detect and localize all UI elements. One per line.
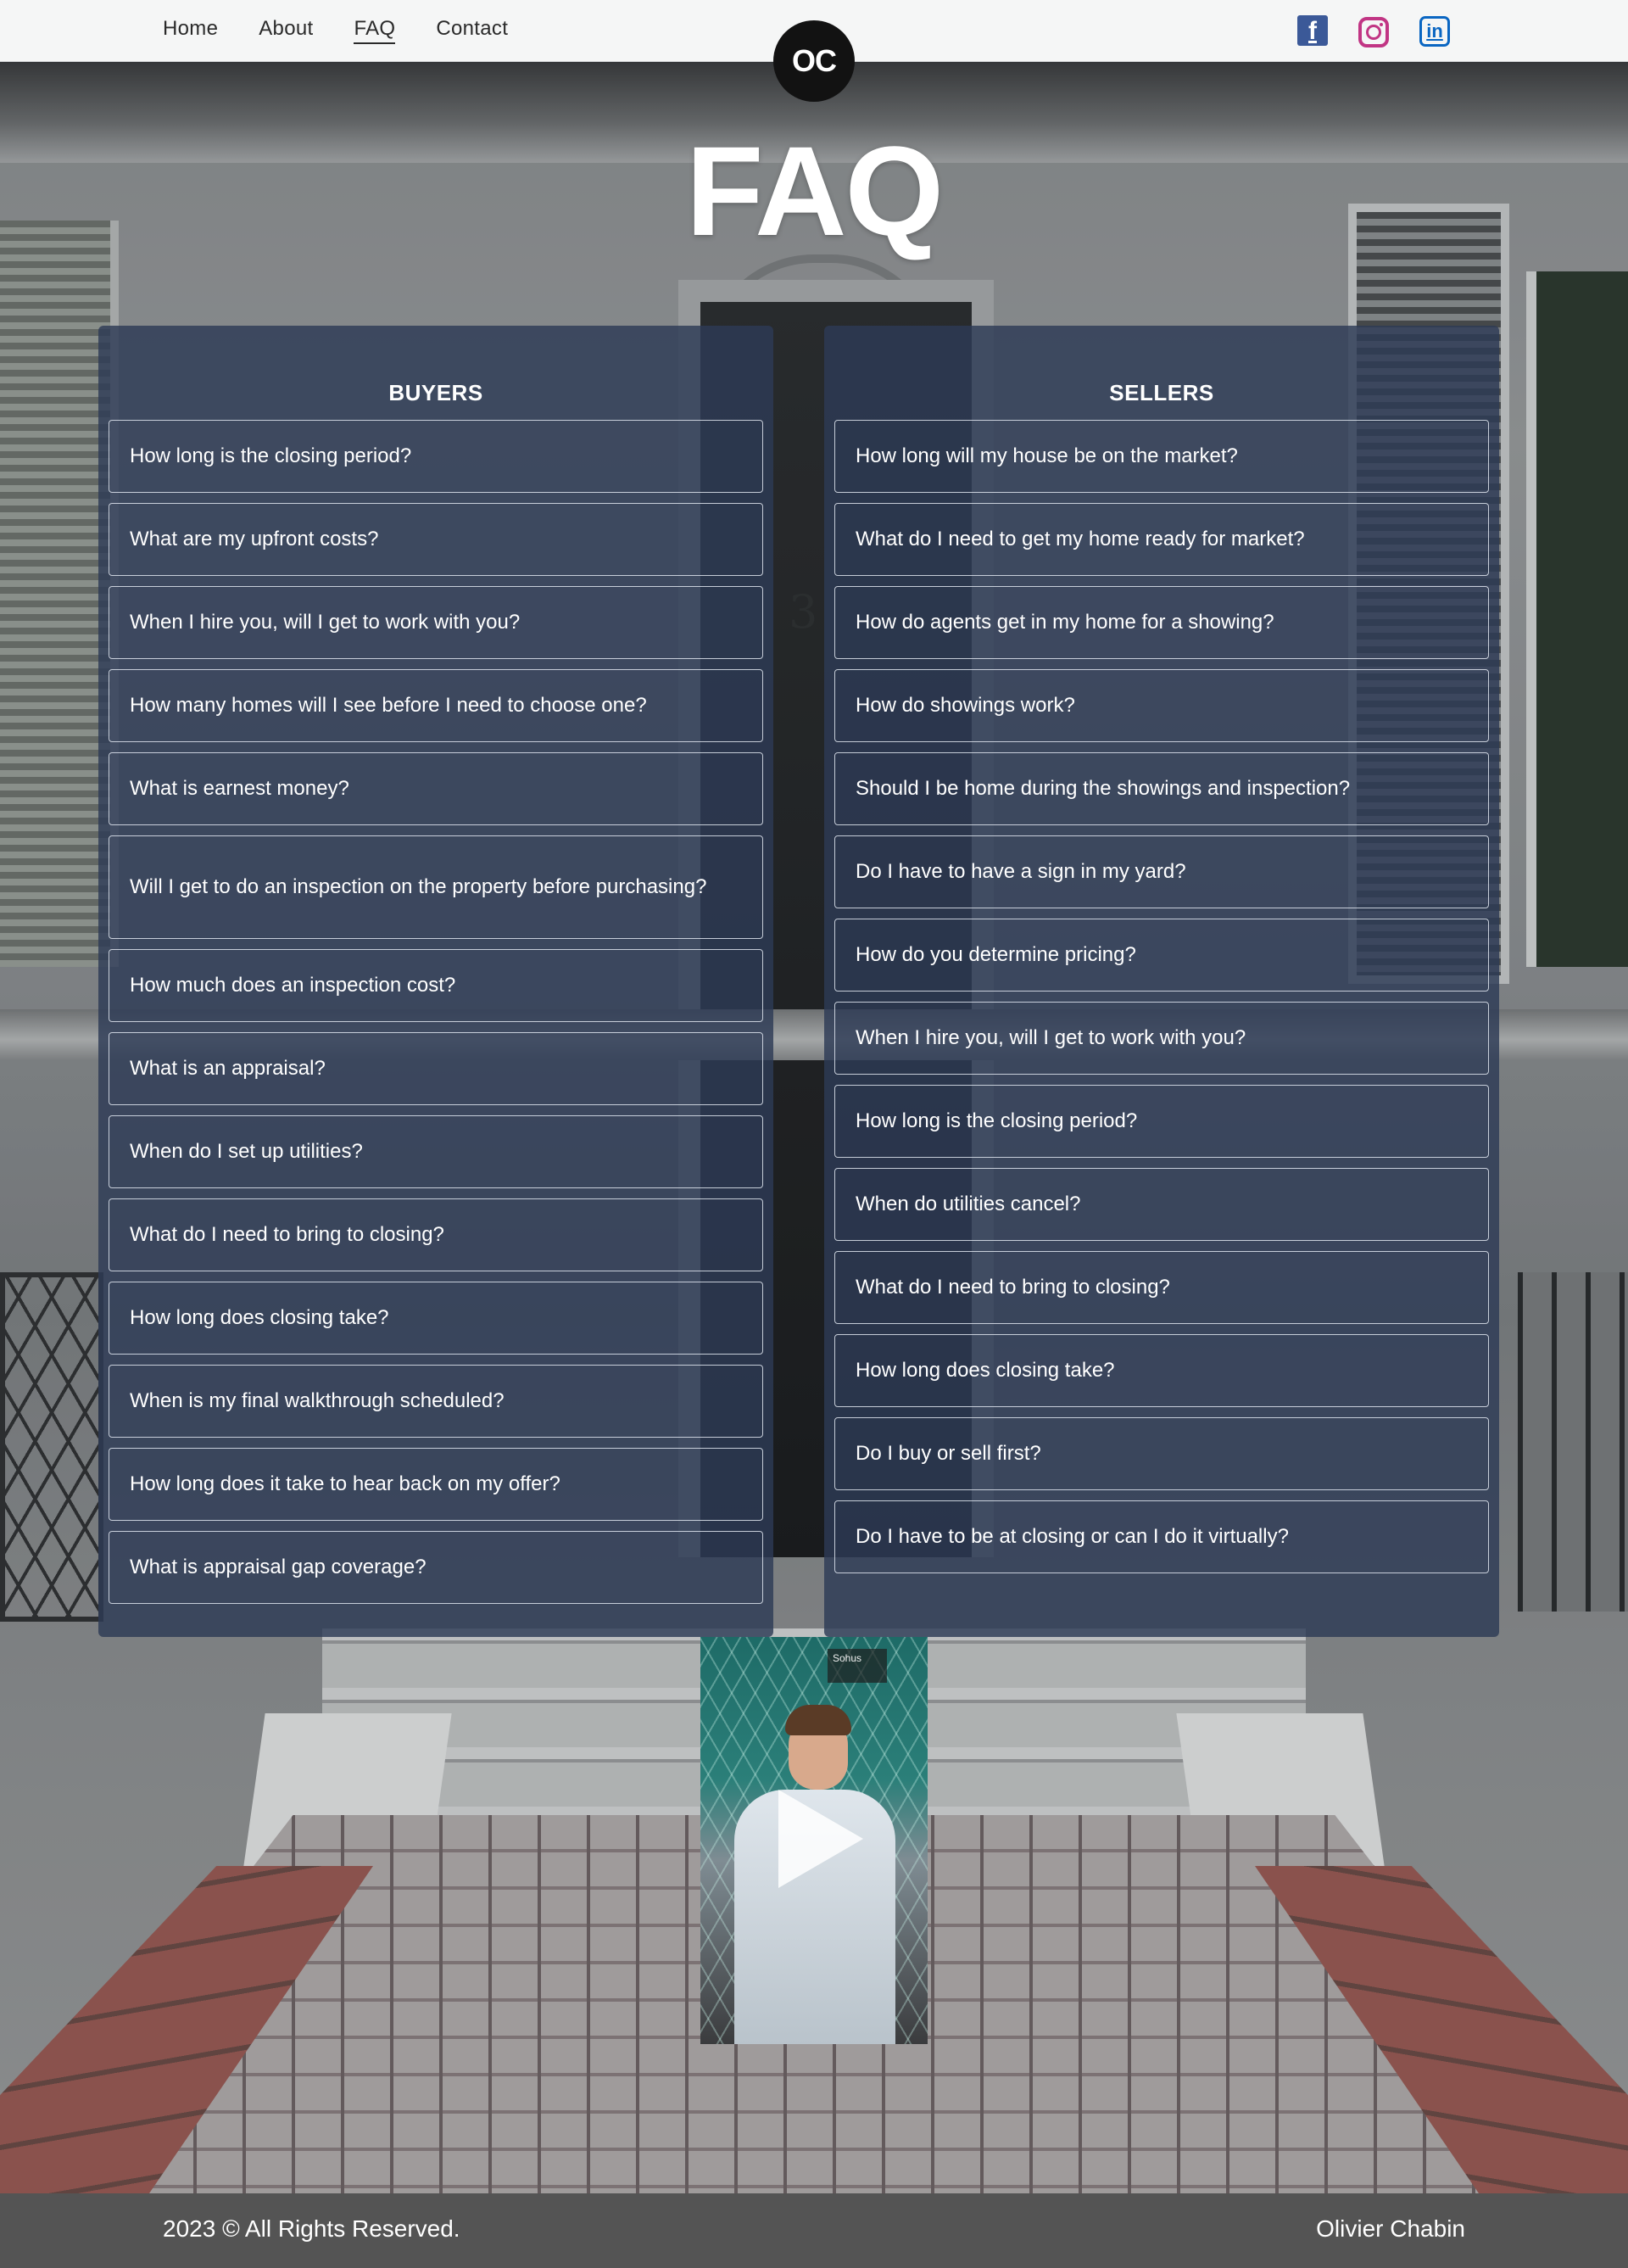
faq-question[interactable]: Do I have to be at closing or can I do i… <box>834 1500 1489 1573</box>
faq-question[interactable]: When do utilities cancel? <box>834 1168 1489 1241</box>
faq-question[interactable]: How long does closing take? <box>109 1282 763 1355</box>
main-nav: Home About FAQ Contact <box>163 17 508 44</box>
nav-about-link[interactable]: About <box>259 17 313 44</box>
video-person-hair <box>785 1705 851 1735</box>
faq-question[interactable]: Should I be home during the showings and… <box>834 752 1489 825</box>
faq-question[interactable]: What is earnest money? <box>109 752 763 825</box>
faq-question[interactable]: What do I need to bring to closing? <box>109 1198 763 1271</box>
faq-question[interactable]: Will I get to do an inspection on the pr… <box>109 835 763 939</box>
faq-question[interactable]: How much does an inspection cost? <box>109 949 763 1022</box>
play-icon[interactable] <box>778 1790 863 1888</box>
nav-faq-link[interactable]: FAQ <box>354 17 396 44</box>
sellers-heading: SELLERS <box>1109 380 1214 405</box>
facebook-icon[interactable]: f <box>1297 15 1328 46</box>
faq-question[interactable]: How do you determine pricing? <box>834 919 1489 992</box>
faq-question[interactable]: How long is the closing period? <box>109 420 763 493</box>
faq-question[interactable]: How many homes will I see before I need … <box>109 669 763 742</box>
faq-question[interactable]: When I hire you, will I get to work with… <box>834 1002 1489 1075</box>
faq-question[interactable]: What do I need to get my home ready for … <box>834 503 1489 576</box>
faq-question[interactable]: How do showings work? <box>834 669 1489 742</box>
video-sign: Sohus <box>828 1649 887 1683</box>
page-title: FAQ <box>685 120 944 262</box>
site-logo[interactable]: OC <box>773 20 855 102</box>
buyers-faq-panel: BUYERS How long is the closing period? W… <box>98 326 773 1637</box>
intro-video[interactable]: Sohus <box>700 1637 928 2044</box>
site-footer: 2023 © All Rights Reserved. Olivier Chab… <box>0 2193 1628 2268</box>
faq-question[interactable]: When do I set up utilities? <box>109 1115 763 1188</box>
faq-question[interactable]: Do I buy or sell first? <box>834 1417 1489 1490</box>
linkedin-icon[interactable]: in <box>1419 16 1450 47</box>
faq-question[interactable]: How do agents get in my home for a showi… <box>834 586 1489 659</box>
nav-contact-link[interactable]: Contact <box>436 17 508 44</box>
faq-question[interactable]: Do I have to have a sign in my yard? <box>834 835 1489 908</box>
faq-question[interactable]: What is an appraisal? <box>109 1032 763 1105</box>
faq-question[interactable]: What is appraisal gap coverage? <box>109 1531 763 1604</box>
sellers-faq-panel: SELLERS How long will my house be on the… <box>824 326 1499 1637</box>
faq-question[interactable]: How long does it take to hear back on my… <box>109 1448 763 1521</box>
faq-question[interactable]: What do I need to bring to closing? <box>834 1251 1489 1324</box>
instagram-icon[interactable] <box>1358 17 1389 47</box>
faq-question[interactable]: How long is the closing period? <box>834 1085 1489 1158</box>
faq-question[interactable]: How long does closing take? <box>834 1334 1489 1407</box>
buyers-heading: BUYERS <box>388 380 483 405</box>
footer-owner-name: Olivier Chabin <box>1316 2215 1465 2242</box>
faq-question[interactable]: When is my final walkthrough scheduled? <box>109 1365 763 1438</box>
footer-copyright: 2023 © All Rights Reserved. <box>163 2215 460 2242</box>
faq-question[interactable]: How long will my house be on the market? <box>834 420 1489 493</box>
faq-question[interactable]: What are my upfront costs? <box>109 503 763 576</box>
faq-question[interactable]: When I hire you, will I get to work with… <box>109 586 763 659</box>
nav-home-link[interactable]: Home <box>163 17 218 44</box>
